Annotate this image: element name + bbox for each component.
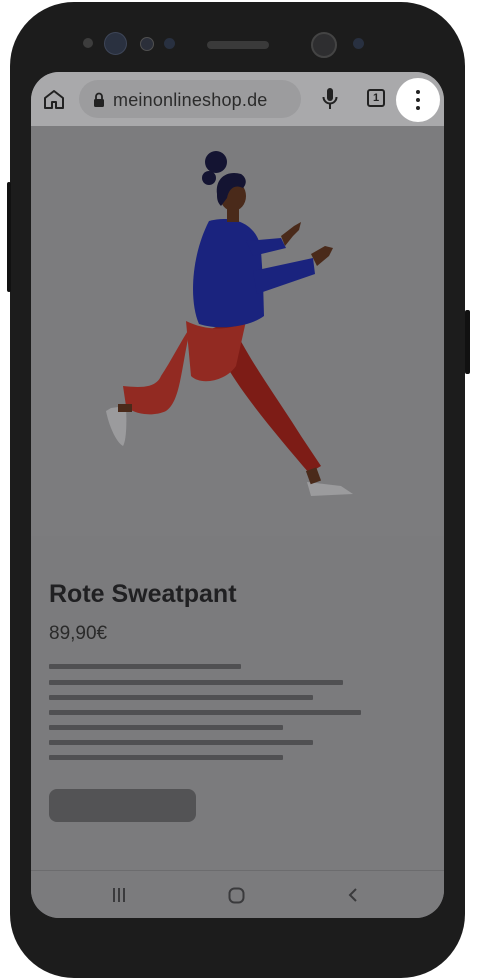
android-navigation-bar — [31, 870, 444, 918]
description-line — [49, 755, 283, 760]
description-line — [49, 725, 283, 730]
address-bar[interactable]: meinonlineshop.de — [79, 80, 301, 118]
description-line — [49, 695, 313, 700]
add-to-cart-button[interactable] — [49, 789, 196, 822]
sensor-dot — [353, 38, 364, 49]
tabs-icon[interactable]: 1 — [367, 89, 385, 107]
product-price: 89,90€ — [49, 623, 108, 644]
home-icon[interactable] — [43, 88, 65, 115]
sensor-dot — [164, 38, 175, 49]
product-image — [31, 126, 444, 536]
front-camera — [311, 32, 337, 58]
volume-button — [7, 182, 11, 292]
sensor-dot — [140, 37, 154, 51]
front-camera — [104, 32, 127, 55]
running-person-illustration — [106, 151, 353, 496]
back-icon[interactable] — [347, 887, 359, 908]
earpiece-speaker — [207, 41, 269, 49]
phone-screen: meinonlineshop.de 1 Rote Sweatpant 89,90… — [31, 72, 444, 918]
description-line — [49, 664, 241, 669]
description-line — [49, 680, 343, 685]
product-title: Rote Sweatpant — [49, 580, 237, 608]
recent-apps-icon[interactable] — [111, 887, 127, 908]
home-circle-icon[interactable] — [228, 887, 245, 909]
url-text: meinonlineshop.de — [113, 90, 268, 110]
power-button — [465, 310, 470, 374]
lock-icon — [93, 92, 105, 113]
sensor-dot — [83, 38, 93, 48]
description-line — [49, 740, 313, 745]
browser-toolbar: meinonlineshop.de 1 — [31, 72, 444, 126]
microphone-icon[interactable] — [321, 87, 339, 116]
more-menu-icon[interactable] — [414, 90, 422, 110]
description-line — [49, 710, 361, 715]
